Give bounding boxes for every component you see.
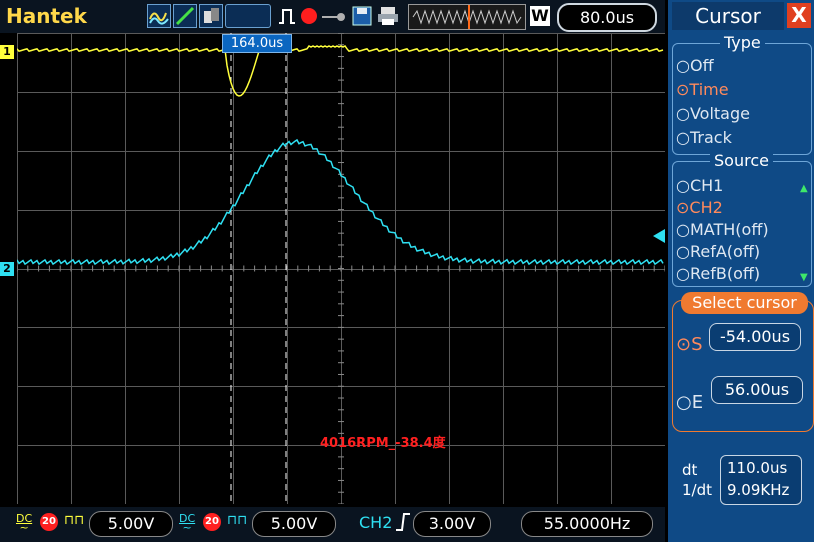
dt-value: 110.0us — [727, 459, 788, 477]
trigger-edge-icon — [277, 6, 297, 30]
select-cursor-title: Select cursor — [681, 292, 808, 314]
dt-label: dt — [682, 461, 698, 479]
source-option-ch2[interactable]: ⊙CH2 — [676, 198, 723, 217]
source-option-ch1[interactable]: ○CH1 — [676, 176, 723, 195]
source-option-refb[interactable]: ○RefB(off) — [676, 264, 760, 283]
ramp-icon[interactable] — [173, 4, 197, 28]
frequency-readout: 55.0000Hz — [521, 511, 653, 537]
cursor-delta-readout: 164.0us — [222, 34, 292, 53]
run-stop-icon[interactable] — [301, 8, 317, 24]
ch1-bandwidth-limit-icon: 20 — [40, 513, 58, 531]
measurement-label: 4016RPM_-38.4度 — [320, 436, 446, 451]
panel-title: Cursor — [672, 2, 784, 30]
scroll-down-icon[interactable]: ▼ — [800, 272, 808, 283]
trigger-source[interactable]: CH2 — [359, 513, 392, 532]
close-button[interactable]: X — [787, 3, 811, 28]
arrow-icon — [322, 9, 346, 28]
type-option-off[interactable]: ○Off — [676, 56, 714, 75]
print-icon[interactable] — [376, 5, 400, 31]
color-icon[interactable] — [199, 4, 223, 28]
ch1-probe-icon: ⊓⊓ — [64, 513, 85, 528]
trigger-mode-indicator: W — [530, 6, 550, 26]
trigger-rising-edge-icon — [395, 512, 411, 536]
ch2-bandwidth-limit-icon: 20 — [203, 513, 221, 531]
ch2-trace — [16, 138, 664, 266]
trigger-level-marker[interactable] — [653, 228, 665, 247]
cursor-e-option[interactable]: ○E — [676, 392, 703, 413]
inv-dt-value: 9.09KHz — [727, 481, 790, 499]
type-option-voltage[interactable]: ○Voltage — [676, 104, 750, 123]
trigger-level[interactable]: 3.00V — [413, 511, 491, 537]
type-option-time[interactable]: ⊙Time — [676, 80, 729, 99]
waveform-icon[interactable] — [147, 4, 171, 28]
cursor-s-value[interactable]: -54.00us — [709, 323, 801, 351]
scroll-up-icon[interactable]: ▲ — [800, 183, 808, 194]
ch2-coupling: DC ~ — [179, 512, 196, 534]
type-option-track[interactable]: ○Track — [676, 128, 732, 147]
cursor-e-value[interactable]: 56.00us — [711, 376, 803, 404]
memory-position-bar[interactable] — [408, 4, 526, 30]
ch2-marker[interactable]: 2 — [0, 262, 14, 276]
brand-logo: Hantek — [6, 4, 87, 28]
ch2-volts-div[interactable]: 5.00V — [252, 511, 336, 537]
cursor-s-option[interactable]: ⊙S — [676, 334, 703, 355]
type-group-title: Type — [720, 33, 765, 52]
source-option-math[interactable]: ○MATH(off) — [676, 220, 769, 239]
timebase-readout[interactable]: 80.0us — [557, 3, 657, 32]
ch1-marker[interactable]: 1 — [0, 45, 14, 59]
ch1-coupling: DC ~ — [16, 512, 33, 534]
empty-status-box — [225, 4, 271, 28]
ch2-probe-icon: ⊓⊓ — [227, 513, 248, 528]
inv-dt-label: 1/dt — [682, 481, 712, 499]
source-option-refa[interactable]: ○RefA(off) — [676, 242, 760, 261]
source-group-title: Source — [710, 151, 773, 170]
ch1-volts-div[interactable]: 5.00V — [89, 511, 173, 537]
save-icon[interactable] — [351, 5, 373, 31]
ch1-trace — [16, 45, 664, 97]
